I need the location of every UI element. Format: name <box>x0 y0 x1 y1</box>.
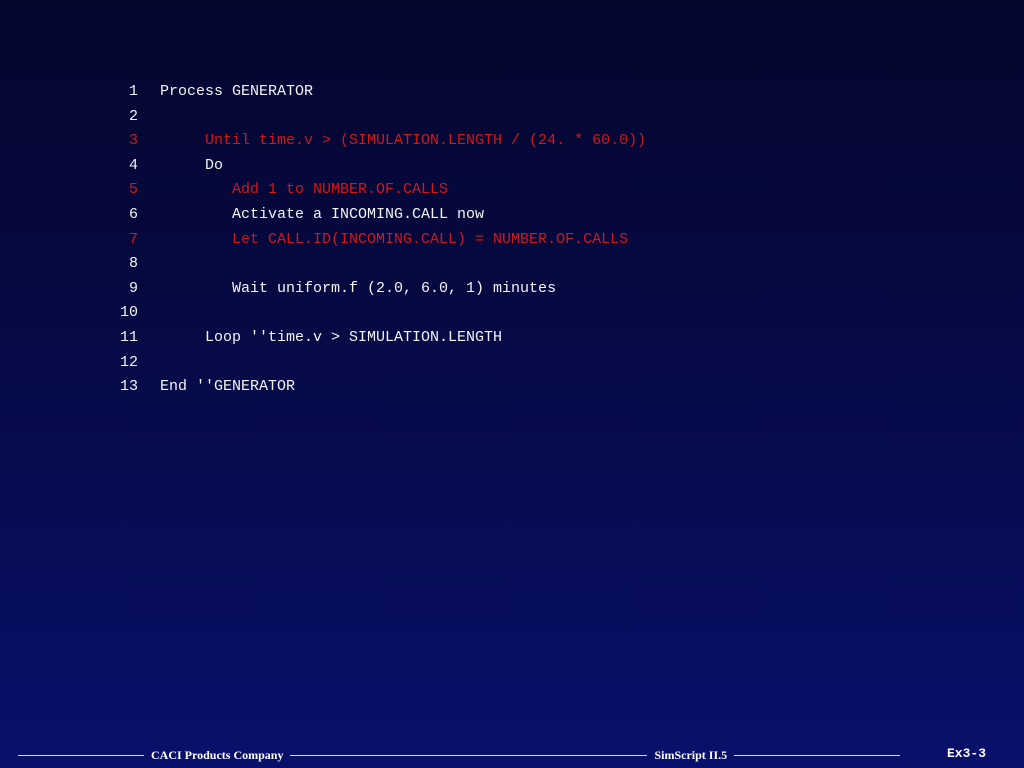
code-text: Do <box>160 156 224 174</box>
slide: 1 Process GENERATOR 2 3 Until time.v > (… <box>0 0 1024 768</box>
line-number: 11 <box>119 328 138 346</box>
code-line: 3 Until time.v > (SIMULATION.LENGTH / (2… <box>114 129 814 154</box>
code-line: 1 Process GENERATOR <box>114 80 814 105</box>
code-line: 8 <box>114 252 814 277</box>
footer-divider <box>18 754 144 756</box>
code-text: Add 1 to NUMBER.OF.CALLS <box>160 181 449 199</box>
product-name: SimScript II.5 <box>654 747 728 762</box>
company-name: CACI Products Company <box>151 747 284 762</box>
code-line: 4 Do <box>114 154 814 179</box>
code-line: 13 End ''GENERATOR <box>114 375 814 400</box>
code-listing: 1 Process GENERATOR 2 3 Until time.v > (… <box>114 80 814 400</box>
footer: CACI Products Company SimScript II.5 <box>18 745 930 765</box>
code-line: 11 Loop ''time.v > SIMULATION.LENGTH <box>114 326 814 351</box>
line-number: 10 <box>119 304 138 322</box>
code-text: Let CALL.ID(INCOMING.CALL) = NUMBER.OF.C… <box>160 230 629 248</box>
line-number: 12 <box>119 353 138 371</box>
line-number: 5 <box>128 181 138 199</box>
code-text: End ''GENERATOR <box>160 378 296 396</box>
line-number: 2 <box>128 107 138 125</box>
page-number: Ex3-3 <box>947 746 987 761</box>
code-text: Until time.v > (SIMULATION.LENGTH / (24.… <box>160 132 647 150</box>
line-number: 1 <box>128 83 138 100</box>
line-number: 9 <box>128 279 138 297</box>
footer-divider <box>734 754 901 756</box>
code-line: 9 Wait uniform.f (2.0, 6.0, 1) minutes <box>114 277 814 302</box>
line-number: 4 <box>128 156 138 174</box>
code-line: 5 Add 1 to NUMBER.OF.CALLS <box>114 178 814 203</box>
code-text: Wait uniform.f (2.0, 6.0, 1) minutes <box>160 279 557 297</box>
code-text: Activate a INCOMING.CALL now <box>160 205 485 223</box>
code-text: Process GENERATOR <box>160 83 314 100</box>
code-text: Loop ''time.v > SIMULATION.LENGTH <box>160 328 503 346</box>
line-number: 3 <box>128 132 138 150</box>
line-number: 8 <box>128 255 138 273</box>
code-line: 6 Activate a INCOMING.CALL now <box>114 203 814 228</box>
line-number: 7 <box>128 230 138 248</box>
line-number: 6 <box>128 205 138 223</box>
code-line: 10 <box>114 301 814 326</box>
line-number: 13 <box>119 378 138 396</box>
code-line: 2 <box>114 105 814 130</box>
code-line: 7 Let CALL.ID(INCOMING.CALL) = NUMBER.OF… <box>114 228 814 253</box>
code-line: 12 <box>114 351 814 376</box>
footer-divider <box>290 754 648 756</box>
